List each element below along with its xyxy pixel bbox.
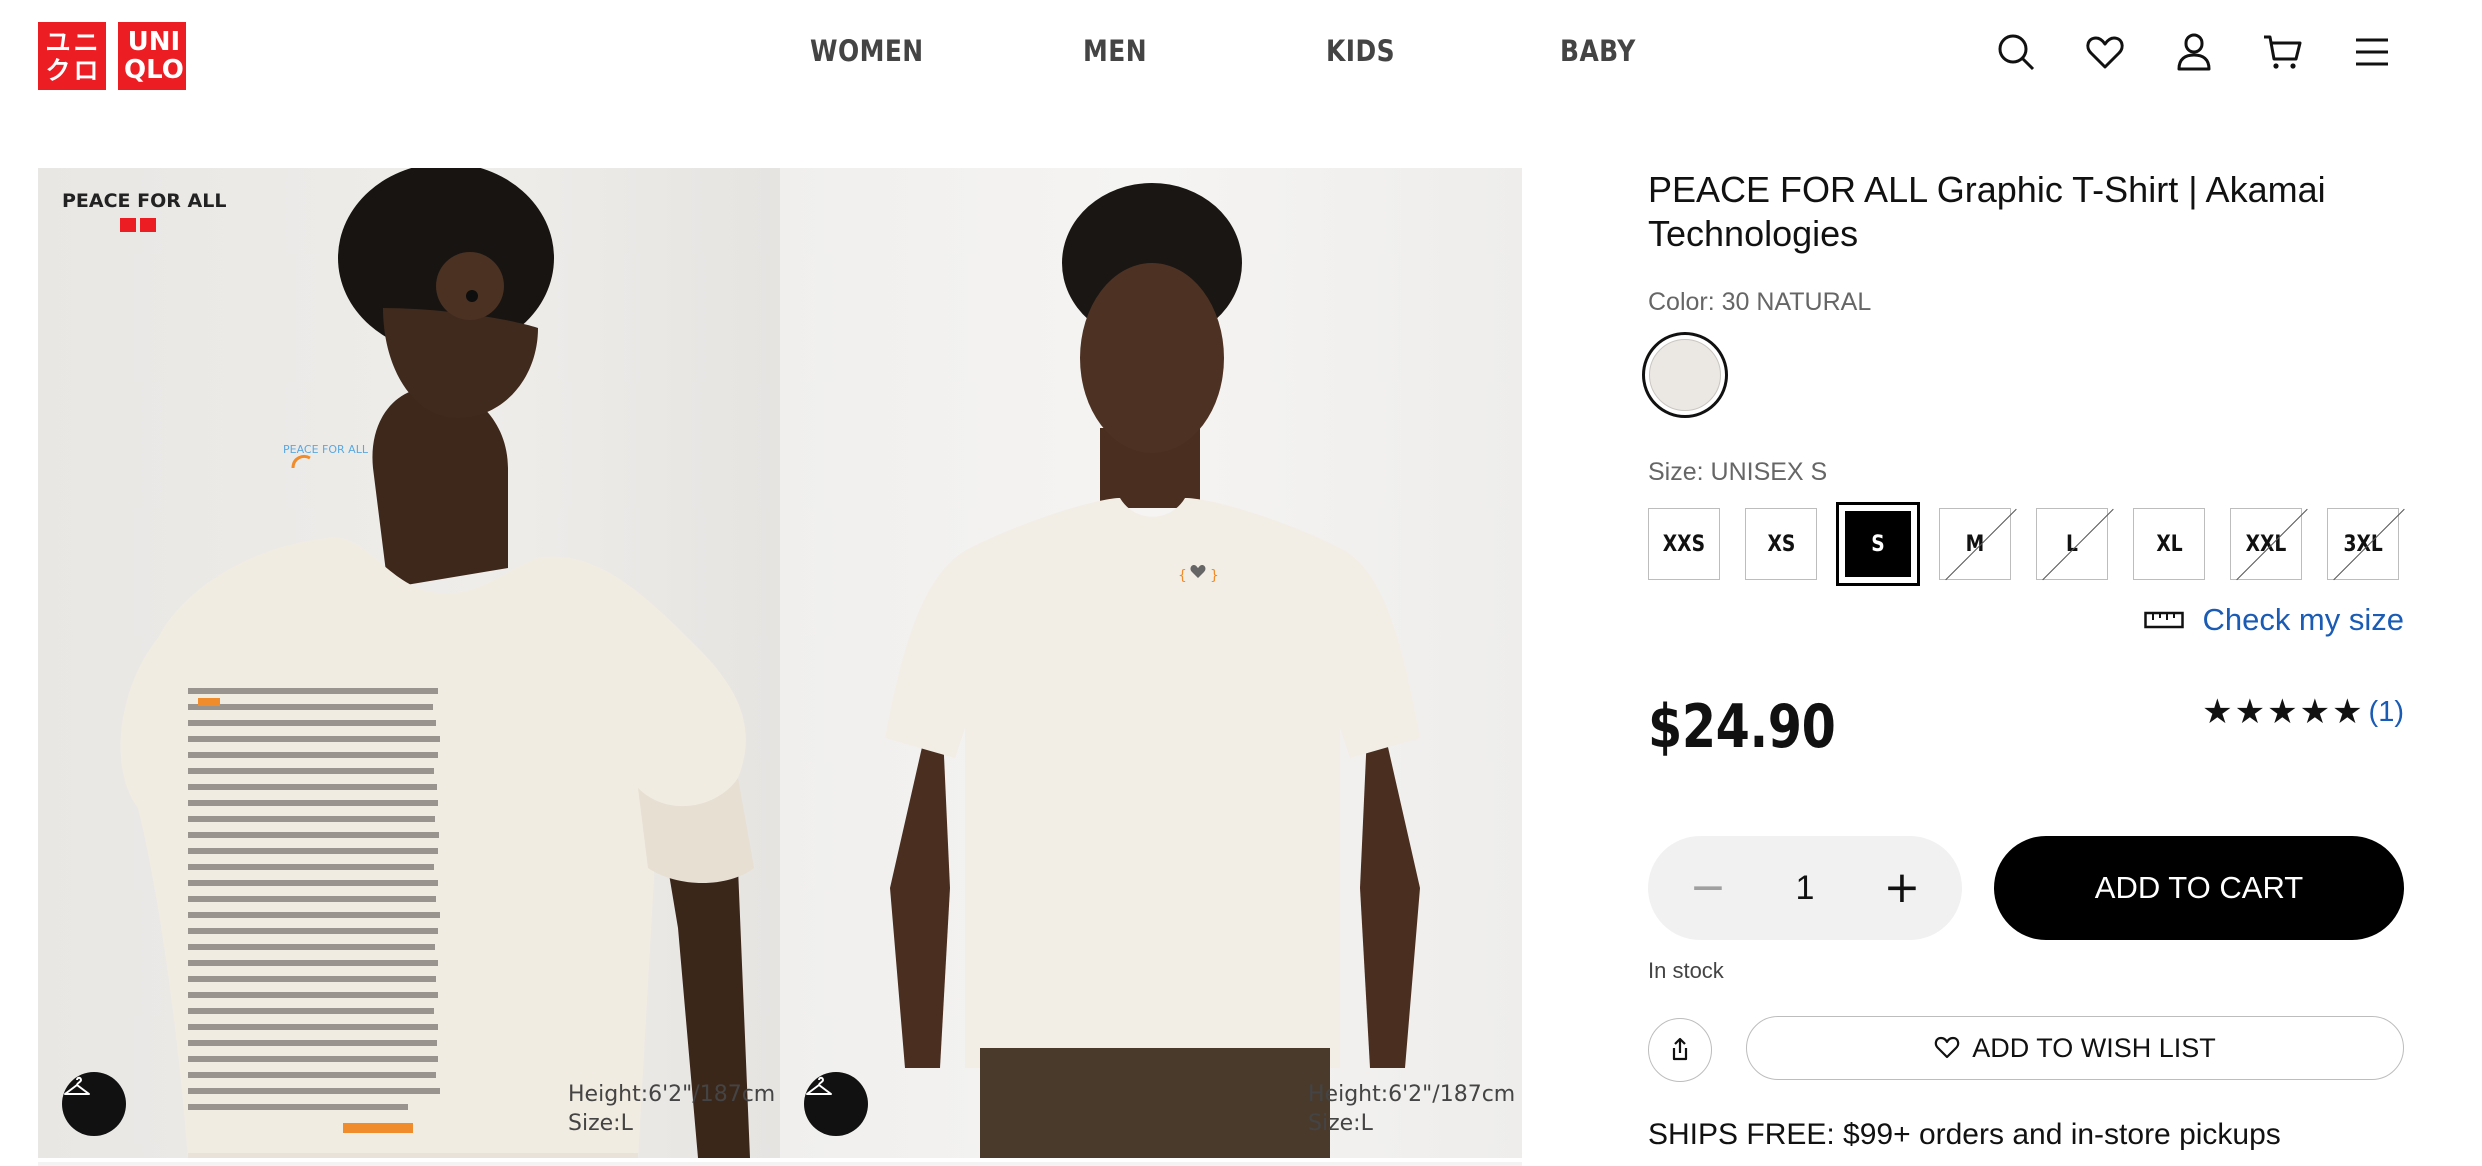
size-option-s[interactable]: S (1836, 502, 1920, 586)
stock-status: In stock (1648, 958, 1724, 983)
product-info-panel: PEACE FOR ALL Graphic T-Shirt | Akamai T… (1642, 168, 2404, 1151)
size-option-l[interactable]: L (2036, 508, 2108, 580)
product-rating[interactable]: ★★★★★ (1) (2202, 692, 2404, 732)
quantity-value[interactable]: 1 (1796, 869, 1815, 908)
size-option-label: M (1965, 531, 1985, 557)
size-option-xs[interactable]: XS (1745, 508, 1817, 580)
share-icon (1672, 1037, 1688, 1061)
size-option-label: L (2066, 531, 2078, 557)
review-count[interactable]: (1) (2369, 696, 2404, 729)
heart-icon[interactable] (2083, 30, 2127, 74)
product-title: PEACE FOR ALL Graphic T-Shirt | Akamai T… (1648, 169, 2326, 254)
cart-icon[interactable] (2261, 30, 2305, 74)
gallery-thumbnail-strip (38, 1162, 1522, 1166)
nav-women[interactable]: WOMEN (810, 34, 924, 68)
model-info: Height:6'2"/187cm Size:L (1308, 1080, 1515, 1138)
size-option-xxl[interactable]: XXL (2230, 508, 2302, 580)
size-option-3xl[interactable]: 3XL (2327, 508, 2399, 580)
quantity-stepper: − 1 + (1648, 836, 1962, 940)
mini-logo-block (140, 218, 156, 232)
size-option-m[interactable]: M (1939, 508, 2011, 580)
shipping-info: SHIPS FREE: $99+ orders and in-store pic… (1648, 1118, 2281, 1151)
share-button[interactable] (1648, 1018, 1712, 1082)
check-my-size-label: Check my size (2202, 602, 2404, 637)
size-option-label: XL (2155, 531, 2183, 557)
model-info: Height:6'2"/187cm Size:L (568, 1080, 775, 1138)
wish-list-label: ADD TO WISH LIST (1972, 1032, 2216, 1063)
add-to-cart-button[interactable]: ADD TO CART (1994, 836, 2404, 940)
size-option-label: XXL (2245, 531, 2287, 557)
size-option-label: XXS (1662, 531, 1706, 557)
product-photo-back[interactable]: PEACE FOR ALL PEACE FOR ALL Height:6'2"/… (38, 168, 780, 1158)
nav-kids[interactable]: KIDS (1326, 34, 1395, 68)
model-height: Height:6'2"/187cm (1308, 1082, 1516, 1107)
svg-text:}: } (1210, 568, 1219, 584)
size-option-label: 3XL (2343, 531, 2383, 557)
size-label: Size: UNISEX S (1648, 458, 1828, 486)
nav-men[interactable]: MEN (1083, 34, 1147, 68)
heart-icon (1934, 1036, 1960, 1059)
collection-tag-text: PEACE FOR ALL (62, 190, 227, 212)
add-to-wish-list-button[interactable]: ADD TO WISH LIST (1746, 1016, 2404, 1080)
size-option-label: S (1871, 531, 1885, 557)
rating-stars: ★★★★★ (2202, 693, 2365, 731)
color-swatch-fill (1649, 339, 1721, 411)
color-swatch-natural[interactable] (1642, 332, 1728, 418)
quantity-decrease-button[interactable]: − (1688, 866, 1728, 910)
hanger-icon[interactable] (804, 1072, 868, 1136)
color-label: Color: 30 NATURAL (1648, 288, 1872, 316)
svg-text:PEACE FOR ALL: PEACE FOR ALL (283, 443, 369, 456)
ruler-icon (2144, 611, 2185, 629)
mini-logo-block (120, 218, 136, 232)
nav-baby[interactable]: BABY (1560, 34, 1636, 68)
model-size: Size:L (1308, 1111, 1373, 1136)
product-photo-front[interactable]: { } Height:6'2"/187cm Size:L (780, 168, 1522, 1158)
mini-logo (120, 218, 226, 232)
user-icon[interactable] (2172, 30, 2216, 74)
collection-tag: PEACE FOR ALL (62, 190, 226, 232)
size-option-xxs[interactable]: XXS (1648, 508, 1720, 580)
add-to-cart-label: ADD TO CART (2094, 870, 2304, 905)
model-front-illustration: { } (885, 183, 1420, 1158)
product-price: $24.90 (1648, 692, 1836, 762)
svg-text:{: { (1178, 568, 1187, 584)
model-size: Size:L (568, 1111, 633, 1136)
menu-icon[interactable] (2350, 30, 2394, 74)
product-gallery: PEACE FOR ALL PEACE FOR ALL Height:6'2"/… (38, 168, 1522, 1166)
search-icon[interactable] (1994, 30, 2038, 74)
hanger-icon[interactable] (62, 1072, 126, 1136)
model-height: Height:6'2"/187cm (568, 1082, 776, 1107)
size-option-xl[interactable]: XL (2133, 508, 2205, 580)
check-my-size-link[interactable]: Check my size (2144, 602, 2404, 638)
size-option-label: XS (1767, 531, 1795, 557)
quantity-increase-button[interactable]: + (1882, 866, 1922, 910)
model-back-illustration: PEACE FOR ALL (120, 168, 754, 1158)
size-selector: XXS XS S M L XL XXL 3XL (1648, 502, 2399, 586)
